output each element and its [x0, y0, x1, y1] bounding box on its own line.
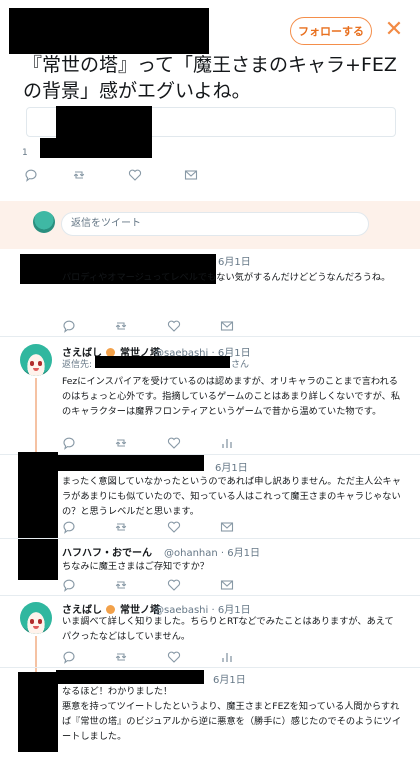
redacted-username — [9, 8, 209, 54]
reply-icon[interactable] — [24, 168, 38, 182]
retweet-icon[interactable] — [72, 168, 86, 182]
reply-icon[interactable] — [62, 436, 76, 450]
redacted-avatar-name — [18, 672, 58, 752]
reply-icon[interactable] — [62, 578, 76, 592]
thread-line — [35, 378, 37, 454]
reply-text: パロディやオマージュってレベルでもない気がするんだけどどうなんだろうね。 — [62, 272, 391, 283]
retweet-icon[interactable] — [114, 578, 128, 592]
reply-icon[interactable] — [62, 520, 76, 534]
retweet-icon[interactable] — [114, 319, 128, 333]
reply-text: いま調べて詳しく知りました。ちらりとRTなどでみたことはありますが、あえてパクっ… — [62, 616, 394, 642]
analytics-icon[interactable] — [220, 650, 234, 664]
reply-to-label: 返信先: — [62, 360, 93, 370]
retweet-icon[interactable] — [114, 436, 128, 450]
divider — [0, 538, 420, 539]
reply-text: なるほど！わかりました！ 悪意を持ってツイートしたというより、魔王さまとFEZを… — [62, 686, 402, 742]
dm-icon[interactable] — [220, 319, 234, 333]
redacted-reply-target — [95, 356, 230, 368]
dm-icon[interactable] — [220, 578, 234, 592]
divider — [0, 336, 420, 337]
reply-text: まったく意図していなかったというのであれば申し訳ありません。ただ主人公キャラがあ… — [62, 476, 401, 517]
retweet-icon[interactable] — [114, 650, 128, 664]
reply-input[interactable]: 返信をツイート — [61, 212, 369, 236]
retweet-icon[interactable] — [114, 520, 128, 534]
like-icon[interactable] — [167, 578, 181, 592]
reply-text: Fezにインスパイアを受けているのは認めますが、オリキャラのことまで言われるのは… — [62, 376, 401, 417]
divider — [0, 667, 420, 668]
redacted-avatar-name — [18, 452, 58, 580]
reply-to-suffix: さん — [231, 360, 250, 370]
tweet-date: 6月1日 — [215, 463, 248, 474]
like-icon[interactable] — [167, 520, 181, 534]
analytics-icon[interactable] — [220, 436, 234, 450]
engagement-count: 1 — [22, 148, 28, 158]
redacted-name — [56, 455, 204, 471]
handle-and-date[interactable]: @ohanhan · 6月1日 — [164, 544, 260, 559]
avatar[interactable] — [20, 602, 52, 634]
close-icon[interactable]: ✕ — [382, 18, 406, 42]
redacted-name — [56, 670, 204, 684]
dm-icon[interactable] — [184, 168, 198, 182]
avatar — [33, 211, 55, 233]
like-icon[interactable] — [167, 436, 181, 450]
badge-icon — [106, 605, 116, 614]
reply-text: ちなみに魔王さまはご存知ですか？ — [62, 561, 209, 572]
redacted-counts — [40, 138, 152, 158]
reply-icon[interactable] — [62, 650, 76, 664]
follow-button[interactable]: フォローする — [290, 17, 372, 45]
tweet-date: 6月1日 — [218, 257, 251, 268]
like-icon[interactable] — [128, 168, 142, 182]
main-tweet-text: 『常世の塔』って「魔王さまのキャラ+FEZの背景」感がエグいよね。 — [23, 54, 397, 102]
reply-icon[interactable] — [62, 319, 76, 333]
avatar[interactable] — [20, 344, 52, 376]
display-name[interactable]: ハフハフ・おでーん — [62, 544, 152, 559]
divider — [0, 595, 420, 596]
like-icon[interactable] — [167, 319, 181, 333]
like-icon[interactable] — [167, 650, 181, 664]
dm-icon[interactable] — [220, 520, 234, 534]
